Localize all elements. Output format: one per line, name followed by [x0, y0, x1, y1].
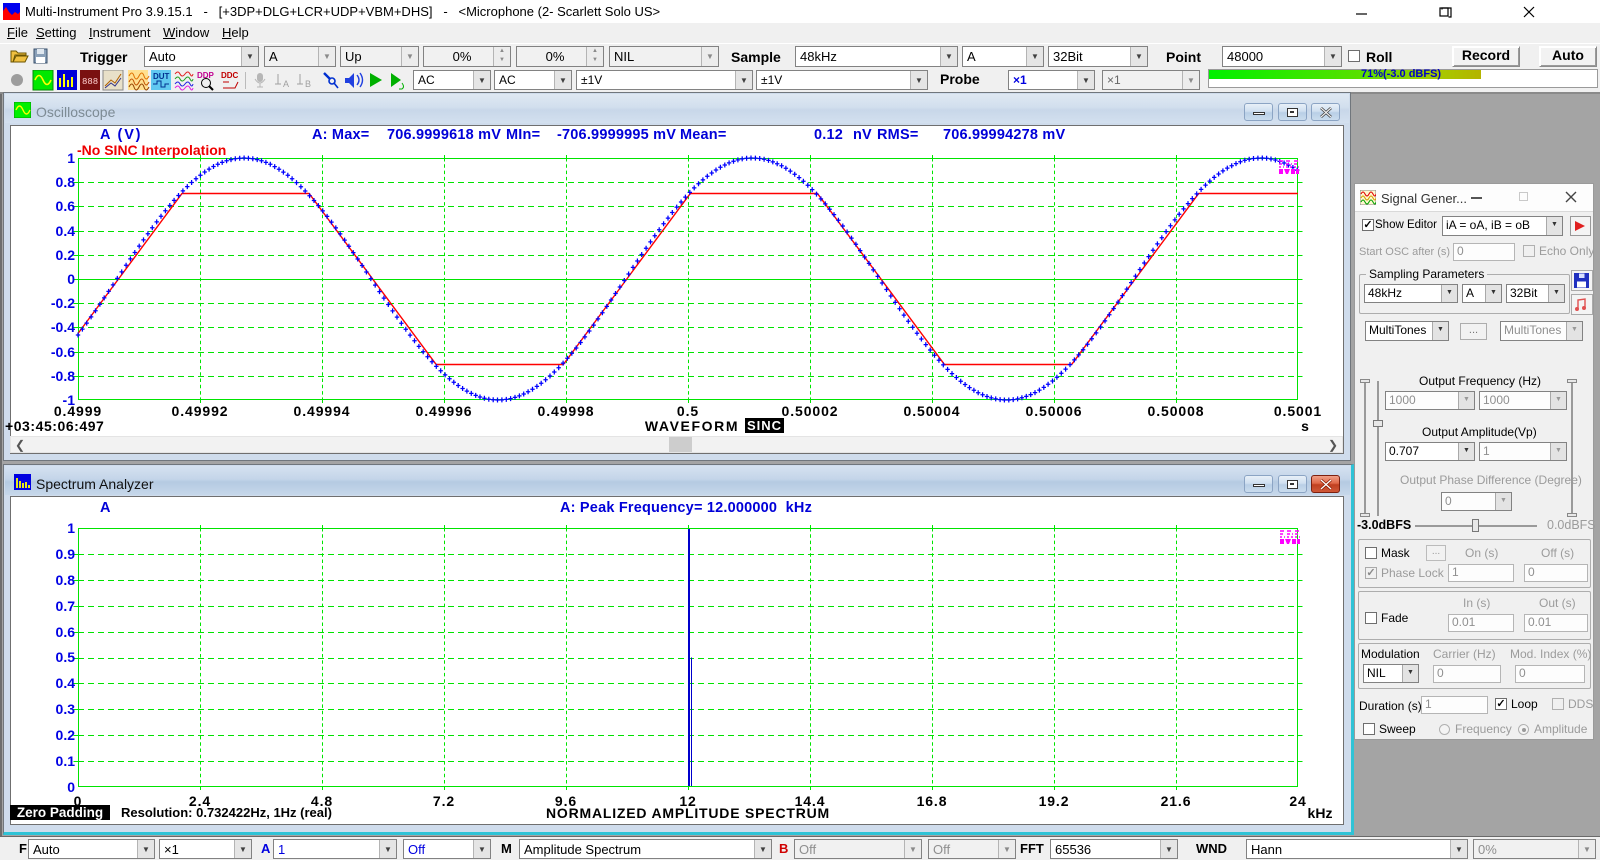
svg-text:DUT: DUT — [153, 72, 170, 81]
svg-text:DDC: DDC — [221, 71, 239, 80]
svg-text:B: B — [305, 79, 311, 89]
svg-text:A: A — [283, 79, 289, 89]
svg-text:888: 888 — [82, 77, 98, 87]
